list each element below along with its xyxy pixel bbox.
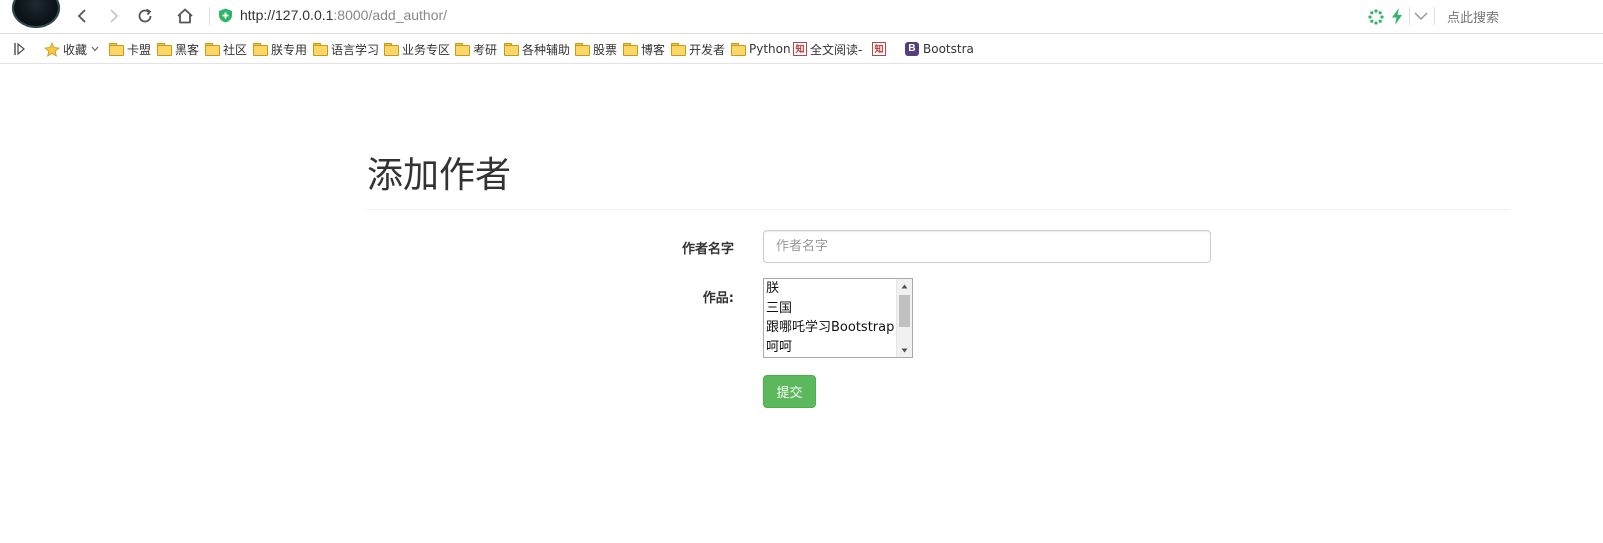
address-divider	[1409, 7, 1410, 25]
folder-icon	[313, 43, 328, 56]
home-icon	[177, 8, 193, 24]
search-input[interactable]: 点此搜索	[1447, 7, 1499, 26]
works-label: 作品:	[702, 291, 734, 306]
bookmark-label: 黑客	[175, 42, 200, 57]
back-button[interactable]	[70, 5, 94, 27]
bookmark-item[interactable]: Python	[731, 40, 791, 58]
scroll-up-arrow-icon[interactable]	[897, 279, 912, 293]
chevron-down-icon[interactable]	[1414, 12, 1428, 21]
bookmark-label: 开发者	[689, 42, 726, 57]
bookmark-label: 博客	[641, 42, 666, 57]
folder-icon	[504, 43, 519, 56]
bookmark-item[interactable]: 知	[872, 40, 889, 58]
submit-button[interactable]: 提交	[763, 375, 816, 408]
url-field[interactable]: http://127.0.0.1:8000/add_author/	[240, 7, 447, 23]
bookmark-label: 股票	[593, 42, 618, 57]
bookmark-item[interactable]: 业务专区	[384, 40, 450, 58]
bookmark-favorites[interactable]: 收藏	[44, 40, 99, 58]
author-name-input[interactable]	[763, 230, 1211, 263]
reload-button[interactable]	[133, 5, 157, 27]
works-option[interactable]: 三国	[764, 299, 912, 319]
search-divider	[1434, 7, 1435, 25]
url-path: :8000/add_author/	[333, 7, 448, 23]
bookmark-item[interactable]: 博客	[623, 40, 665, 58]
bookmark-item[interactable]: B Bootstra	[905, 40, 974, 58]
back-arrow-icon	[77, 9, 86, 23]
zhihu-icon: 知	[872, 42, 886, 56]
title-divider	[367, 209, 1510, 210]
works-multiselect[interactable]: 朕 三国 跟哪吒学习Bootstrap 呵呵	[763, 278, 913, 358]
folder-icon	[157, 43, 172, 56]
forward-arrow-icon	[110, 9, 119, 23]
avatar[interactable]	[12, 0, 60, 28]
folder-icon	[455, 43, 470, 56]
works-option[interactable]: 朕	[764, 279, 912, 299]
zhihu-icon: 知	[793, 42, 807, 56]
bootstrap-icon: B	[905, 42, 919, 56]
bookmark-label: 全文阅读-	[810, 42, 863, 57]
scroll-down-arrow-icon[interactable]	[897, 343, 912, 357]
bookmark-label: 卡盟	[127, 42, 152, 57]
works-option[interactable]: 呵呵	[764, 338, 912, 358]
bookmark-item[interactable]: 朕专用	[253, 40, 307, 58]
bookmark-item[interactable]: 语言学习	[313, 40, 379, 58]
loading-spinner-icon[interactable]	[1368, 9, 1384, 25]
home-button[interactable]	[173, 5, 197, 27]
page-title: 添加作者	[367, 155, 512, 196]
bookmark-item[interactable]: 考研	[455, 40, 497, 58]
bookmark-item[interactable]: 黑客	[157, 40, 199, 58]
sidebar-toggle-icon[interactable]	[14, 42, 26, 56]
bookmark-label: 朕专用	[271, 42, 308, 57]
favorites-label: 收藏	[63, 42, 88, 57]
bookmark-item[interactable]: 卡盟	[109, 40, 151, 58]
bookmark-item[interactable]: 知全文阅读-	[793, 40, 862, 58]
folder-icon	[575, 43, 590, 56]
chevron-down-icon	[91, 46, 99, 52]
folder-icon	[205, 43, 220, 56]
url-host: http://127.0.0.1	[240, 7, 334, 23]
works-option[interactable]: 跟哪吒学习Bootstrap	[764, 318, 912, 338]
bookmark-item[interactable]: 各种辅助	[504, 40, 570, 58]
folder-icon	[731, 43, 746, 56]
bookmark-label: Bootstra	[923, 42, 974, 56]
bookmark-item[interactable]: 社区	[205, 40, 247, 58]
folder-icon	[671, 43, 686, 56]
author-name-label: 作者名字	[681, 242, 734, 257]
lightning-icon[interactable]	[1390, 8, 1404, 25]
bookmarks-bar: 收藏 卡盟 黑客 社区 朕专用 语言学习 业务专区 考研 各种辅助 股票 博客 …	[0, 34, 1603, 64]
bookmark-label: 语言学习	[331, 42, 380, 57]
bookmark-label: Python	[749, 42, 791, 56]
bookmark-label: 社区	[223, 42, 248, 57]
folder-icon	[253, 43, 268, 56]
forward-button[interactable]	[102, 5, 126, 27]
bookmark-label: 考研	[473, 42, 498, 57]
folder-icon	[623, 43, 638, 56]
folder-icon	[109, 43, 124, 56]
bookmark-item[interactable]: 开发者	[671, 40, 725, 58]
bookmark-item[interactable]: 股票	[575, 40, 617, 58]
scrollbar-thumb[interactable]	[899, 295, 910, 327]
bookmark-label: 业务专区	[402, 42, 451, 57]
folder-icon	[384, 43, 399, 56]
listbox-scrollbar[interactable]	[896, 279, 912, 357]
address-bar: http://127.0.0.1:8000/add_author/ 点此搜索	[0, 0, 1603, 34]
toolbar-divider	[209, 7, 210, 25]
secure-shield-icon	[219, 8, 232, 23]
reload-icon	[138, 8, 152, 23]
star-icon	[44, 41, 60, 57]
bookmark-label: 各种辅助	[522, 42, 571, 57]
